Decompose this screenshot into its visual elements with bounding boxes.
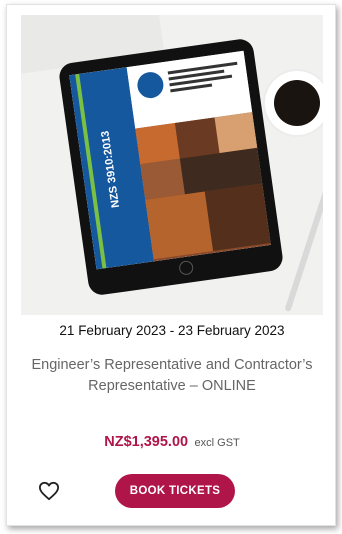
cover-title: NZS 3910:2013 bbox=[99, 129, 123, 209]
price-suffix: excl GST bbox=[194, 437, 240, 449]
event-image[interactable]: NZS 3910:2013 bbox=[21, 15, 323, 315]
event-price: NZ$1,395.00 excl GST bbox=[7, 433, 337, 451]
heart-icon[interactable] bbox=[37, 479, 61, 503]
home-button-icon bbox=[178, 259, 195, 276]
price-amount: NZ$1,395.00 bbox=[104, 434, 189, 450]
document-cover: NZS 3910:2013 bbox=[69, 50, 271, 270]
pen bbox=[284, 157, 323, 313]
event-date: 21 February 2023 - 23 February 2023 bbox=[59, 323, 285, 338]
event-title[interactable]: Engineer’s Representative and Contractor… bbox=[27, 355, 317, 397]
cover-photos bbox=[135, 111, 271, 262]
coffee-cup bbox=[265, 71, 323, 135]
standards-logo-icon bbox=[135, 70, 166, 100]
book-tickets-button[interactable]: BOOK TICKETS bbox=[115, 474, 235, 508]
tablet-image: NZS 3910:2013 bbox=[57, 37, 285, 297]
event-card: NZS 3910:2013 21 February 2023 - 23 Febr… bbox=[6, 4, 336, 526]
